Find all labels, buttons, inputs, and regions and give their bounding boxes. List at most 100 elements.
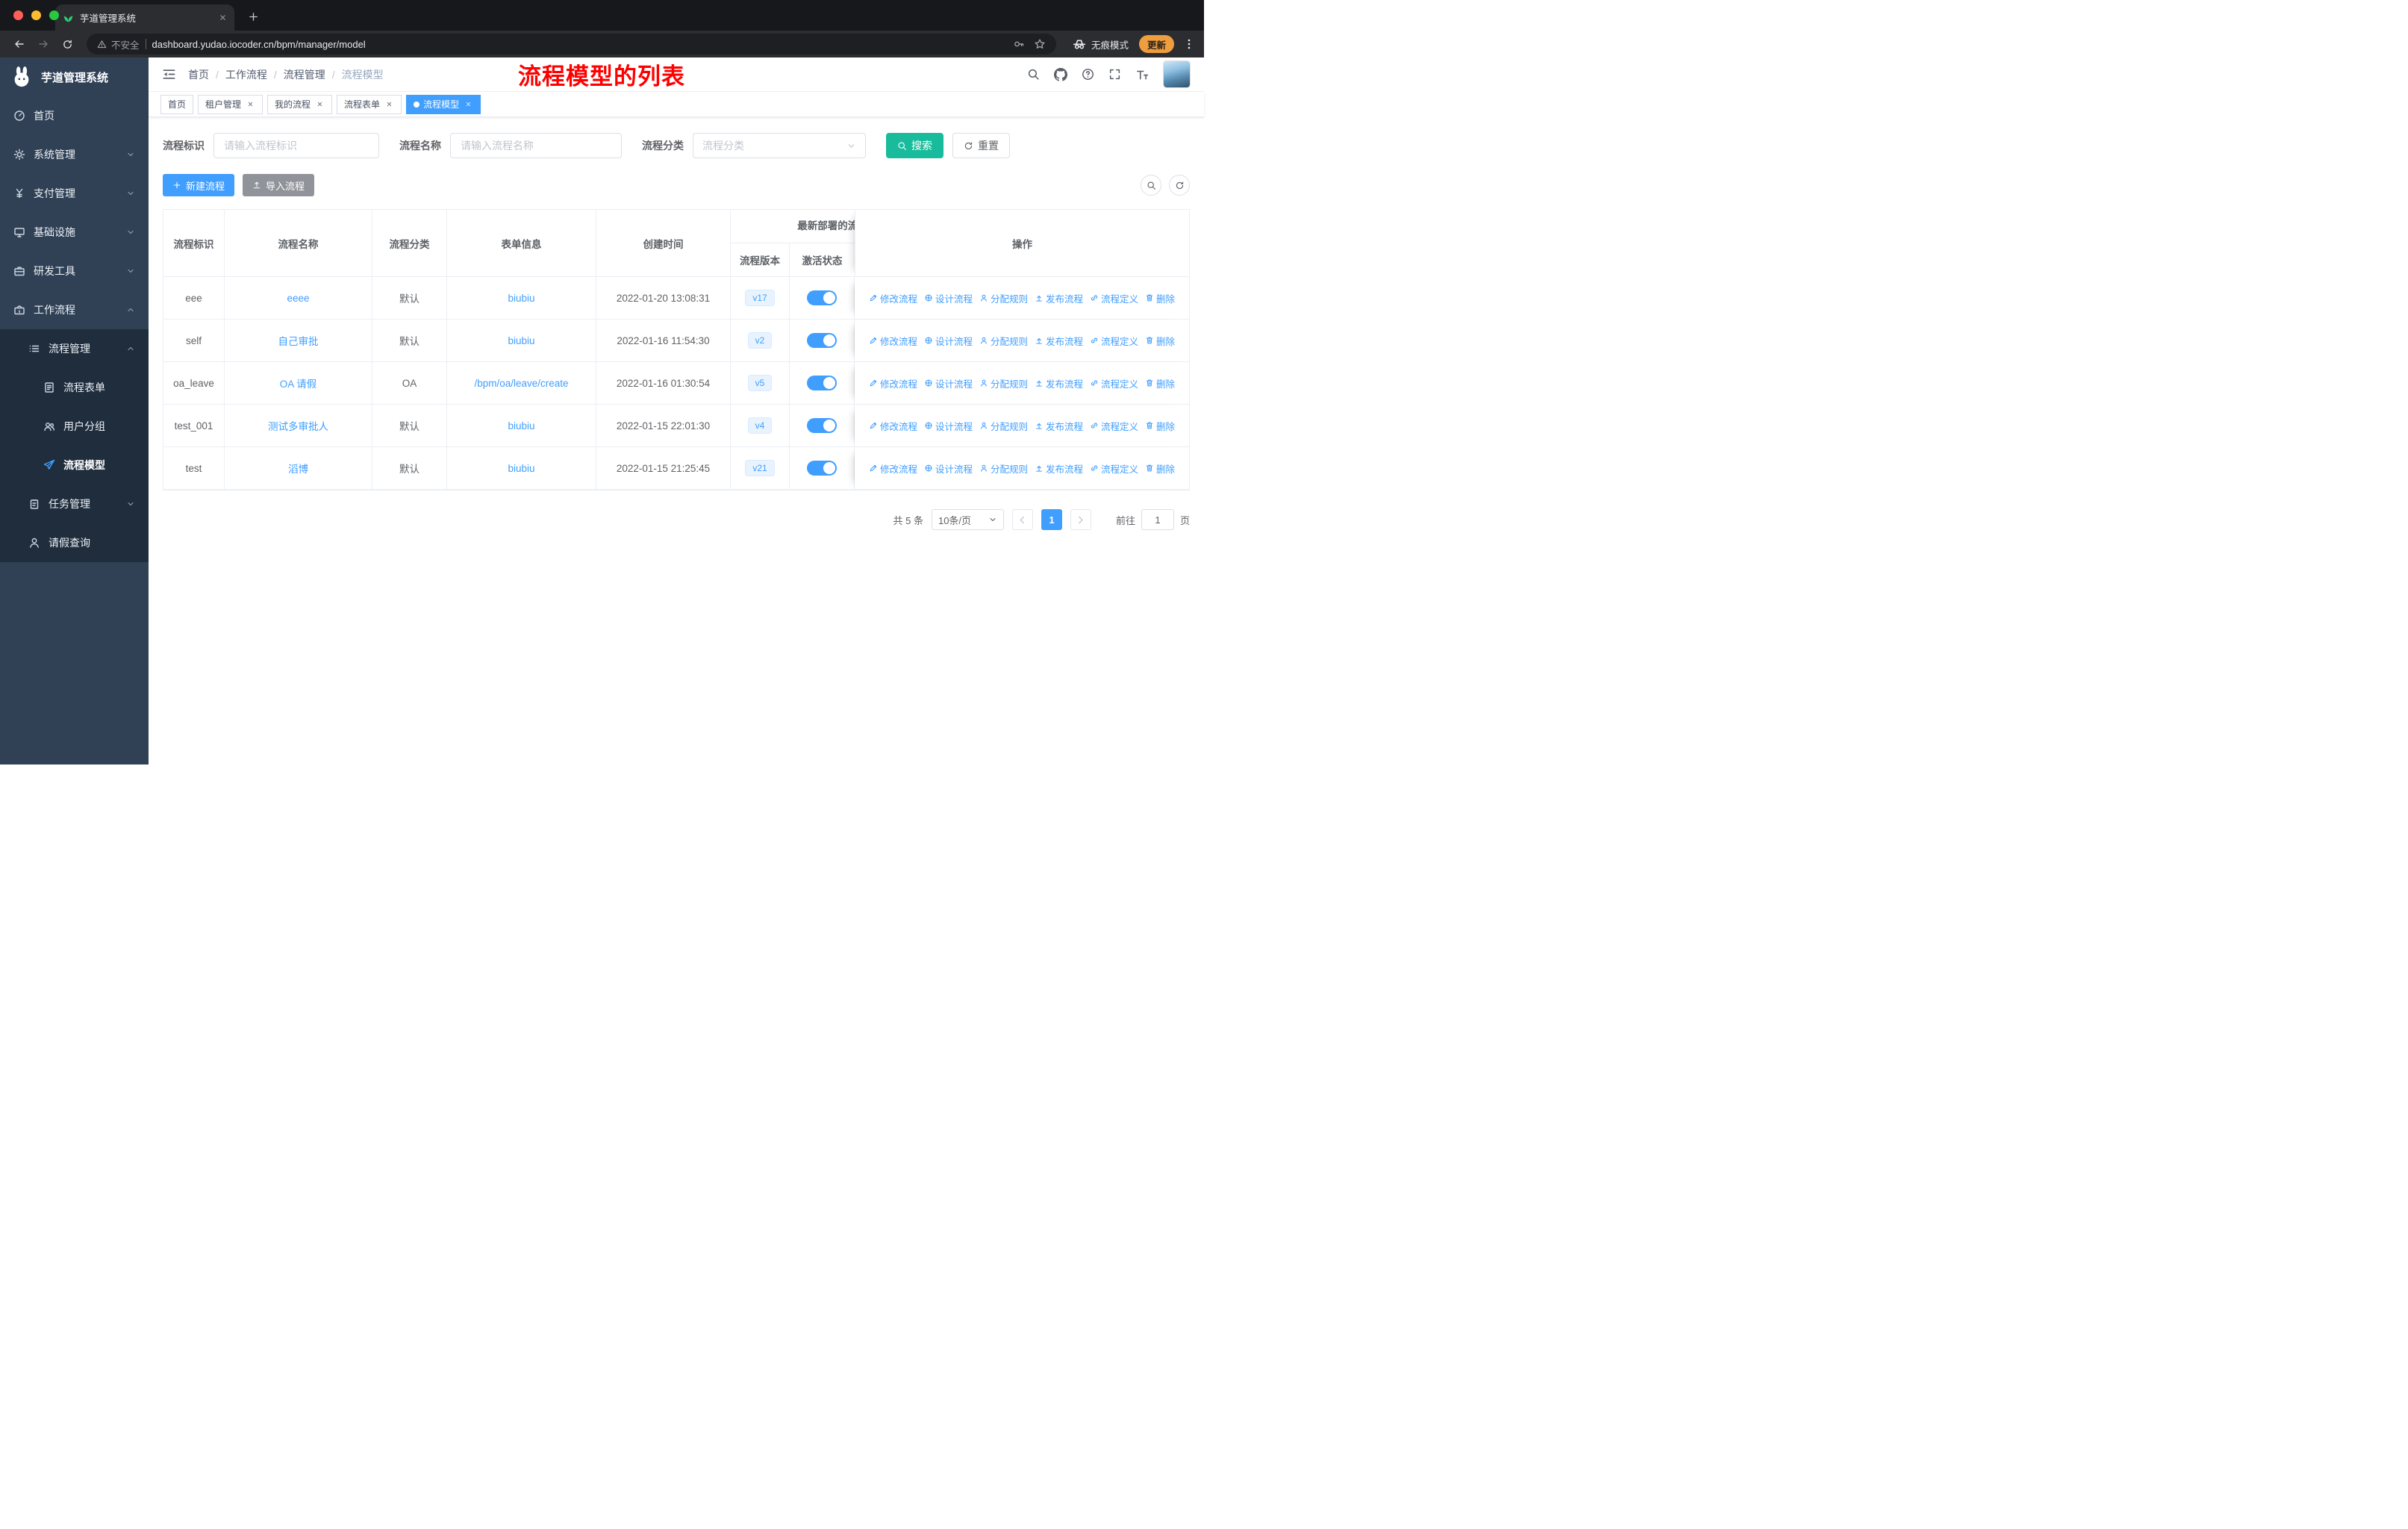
sidebar-item-devtools[interactable]: 研发工具 — [0, 252, 149, 290]
font-size-icon[interactable] — [1135, 68, 1149, 81]
back-icon[interactable] — [9, 34, 30, 55]
status-toggle[interactable] — [807, 461, 837, 476]
form-info-link[interactable]: biubiu — [508, 420, 534, 432]
new-tab-button[interactable] — [243, 7, 263, 26]
toggle-search-button[interactable] — [1141, 175, 1161, 196]
category-select[interactable]: 流程分类 — [693, 133, 866, 158]
sidebar-fold-icon[interactable] — [162, 67, 176, 81]
action-publish[interactable]: 发布流程 — [1035, 376, 1083, 390]
action-edit[interactable]: 修改流程 — [869, 376, 917, 390]
key-icon[interactable] — [1013, 38, 1025, 50]
version-badge[interactable]: v2 — [747, 332, 773, 349]
tag-租户管理[interactable]: 租户管理 — [198, 94, 263, 114]
action-publish[interactable]: 发布流程 — [1035, 334, 1083, 348]
breadcrumb-item[interactable]: 流程管理 — [284, 67, 325, 82]
action-edit[interactable]: 修改流程 — [869, 461, 917, 476]
action-link[interactable]: 流程定义 — [1090, 419, 1138, 433]
model-name-link[interactable]: OA 请假 — [280, 376, 317, 390]
tag-首页[interactable]: 首页 — [160, 94, 194, 114]
avatar[interactable] — [1163, 60, 1191, 88]
version-badge[interactable]: v4 — [747, 417, 773, 434]
page-size-select[interactable]: 10条/页 — [931, 509, 1004, 530]
tag-close-icon[interactable] — [245, 99, 255, 110]
action-design[interactable]: 设计流程 — [924, 419, 973, 433]
action-delete[interactable]: 删除 — [1145, 334, 1175, 348]
action-delete[interactable]: 删除 — [1145, 291, 1175, 305]
action-edit[interactable]: 修改流程 — [869, 291, 917, 305]
sidebar-item-process-form[interactable]: 流程表单 — [0, 368, 149, 407]
browser-tab[interactable]: 芋道管理系统 — [55, 4, 234, 31]
action-design[interactable]: 设计流程 — [924, 461, 973, 476]
status-toggle[interactable] — [807, 376, 837, 390]
version-badge[interactable]: v5 — [747, 375, 773, 391]
action-design[interactable]: 设计流程 — [924, 334, 973, 348]
tab-close-icon[interactable] — [219, 13, 227, 22]
form-info-link[interactable]: /bpm/oa/leave/create — [474, 378, 568, 389]
sidebar-item-user-group[interactable]: 用户分组 — [0, 407, 149, 446]
status-toggle[interactable] — [807, 418, 837, 433]
security-chip[interactable]: 不安全 — [97, 37, 140, 52]
star-icon[interactable] — [1034, 38, 1046, 50]
address-bar[interactable]: 不安全 dashboard.yudao.iocoder.cn/bpm/manag… — [87, 34, 1056, 55]
model-name-link[interactable]: 测试多审批人 — [268, 418, 328, 433]
action-edit[interactable]: 修改流程 — [869, 419, 917, 433]
model-name-link[interactable]: 自己审批 — [278, 333, 319, 348]
create-process-button[interactable]: 新建流程 — [163, 174, 235, 196]
browser-menu-icon[interactable] — [1183, 38, 1195, 50]
import-process-button[interactable]: 导入流程 — [243, 174, 315, 196]
breadcrumb-item[interactable]: 首页 — [188, 67, 209, 82]
form-info-link[interactable]: biubiu — [508, 463, 534, 474]
status-toggle[interactable] — [807, 290, 837, 305]
help-icon[interactable] — [1082, 68, 1094, 81]
tag-流程模型[interactable]: 流程模型 — [406, 94, 481, 114]
sidebar-item-task-manage[interactable]: 任务管理 — [0, 485, 149, 523]
sidebar-item-workflow[interactable]: 工作流程 — [0, 290, 149, 329]
action-delete[interactable]: 删除 — [1145, 419, 1175, 433]
form-info-link[interactable]: biubiu — [508, 293, 534, 304]
tag-流程表单[interactable]: 流程表单 — [337, 94, 402, 114]
action-edit[interactable]: 修改流程 — [869, 334, 917, 348]
action-publish[interactable]: 发布流程 — [1035, 461, 1083, 476]
action-assign[interactable]: 分配规则 — [979, 291, 1028, 305]
action-publish[interactable]: 发布流程 — [1035, 291, 1083, 305]
tag-close-icon[interactable] — [384, 99, 394, 110]
tag-close-icon[interactable] — [314, 99, 325, 110]
breadcrumb-item[interactable]: 工作流程 — [225, 67, 267, 82]
model-name-link[interactable]: eeee — [287, 293, 309, 304]
action-assign[interactable]: 分配规则 — [979, 376, 1028, 390]
tag-close-icon[interactable] — [463, 99, 473, 110]
update-button[interactable]: 更新 — [1138, 35, 1174, 53]
window-close-button[interactable] — [13, 10, 23, 20]
action-publish[interactable]: 发布流程 — [1035, 419, 1083, 433]
reset-button[interactable]: 重置 — [952, 133, 1010, 158]
action-link[interactable]: 流程定义 — [1090, 334, 1138, 348]
sidebar-item-home[interactable]: 首页 — [0, 96, 149, 135]
process-name-input[interactable] — [450, 133, 622, 158]
prev-page-button[interactable] — [1011, 509, 1033, 530]
github-icon[interactable] — [1054, 67, 1067, 81]
sidebar-item-infra[interactable]: 基础设施 — [0, 213, 149, 252]
tag-我的流程[interactable]: 我的流程 — [267, 94, 333, 114]
action-assign[interactable]: 分配规则 — [979, 461, 1028, 476]
search-button[interactable]: 搜索 — [886, 133, 943, 158]
model-name-link[interactable]: 滔博 — [288, 461, 308, 476]
action-link[interactable]: 流程定义 — [1090, 461, 1138, 476]
window-zoom-button[interactable] — [49, 10, 59, 20]
action-design[interactable]: 设计流程 — [924, 291, 973, 305]
action-design[interactable]: 设计流程 — [924, 376, 973, 390]
action-link[interactable]: 流程定义 — [1090, 291, 1138, 305]
next-page-button[interactable] — [1070, 509, 1091, 530]
status-toggle[interactable] — [807, 333, 837, 348]
fullscreen-icon[interactable] — [1108, 68, 1121, 81]
action-assign[interactable]: 分配规则 — [979, 334, 1028, 348]
sidebar-item-system[interactable]: 系统管理 — [0, 135, 149, 174]
goto-page-input[interactable] — [1141, 509, 1174, 530]
sidebar-item-process-manage[interactable]: 流程管理 — [0, 329, 149, 368]
action-delete[interactable]: 删除 — [1145, 461, 1175, 476]
page-number-button[interactable]: 1 — [1041, 509, 1062, 530]
refresh-table-button[interactable] — [1169, 175, 1190, 196]
search-icon[interactable] — [1027, 68, 1040, 81]
action-delete[interactable]: 删除 — [1145, 376, 1175, 390]
app-logo[interactable]: 芋道管理系统 — [0, 57, 149, 96]
reload-icon[interactable] — [57, 34, 78, 55]
